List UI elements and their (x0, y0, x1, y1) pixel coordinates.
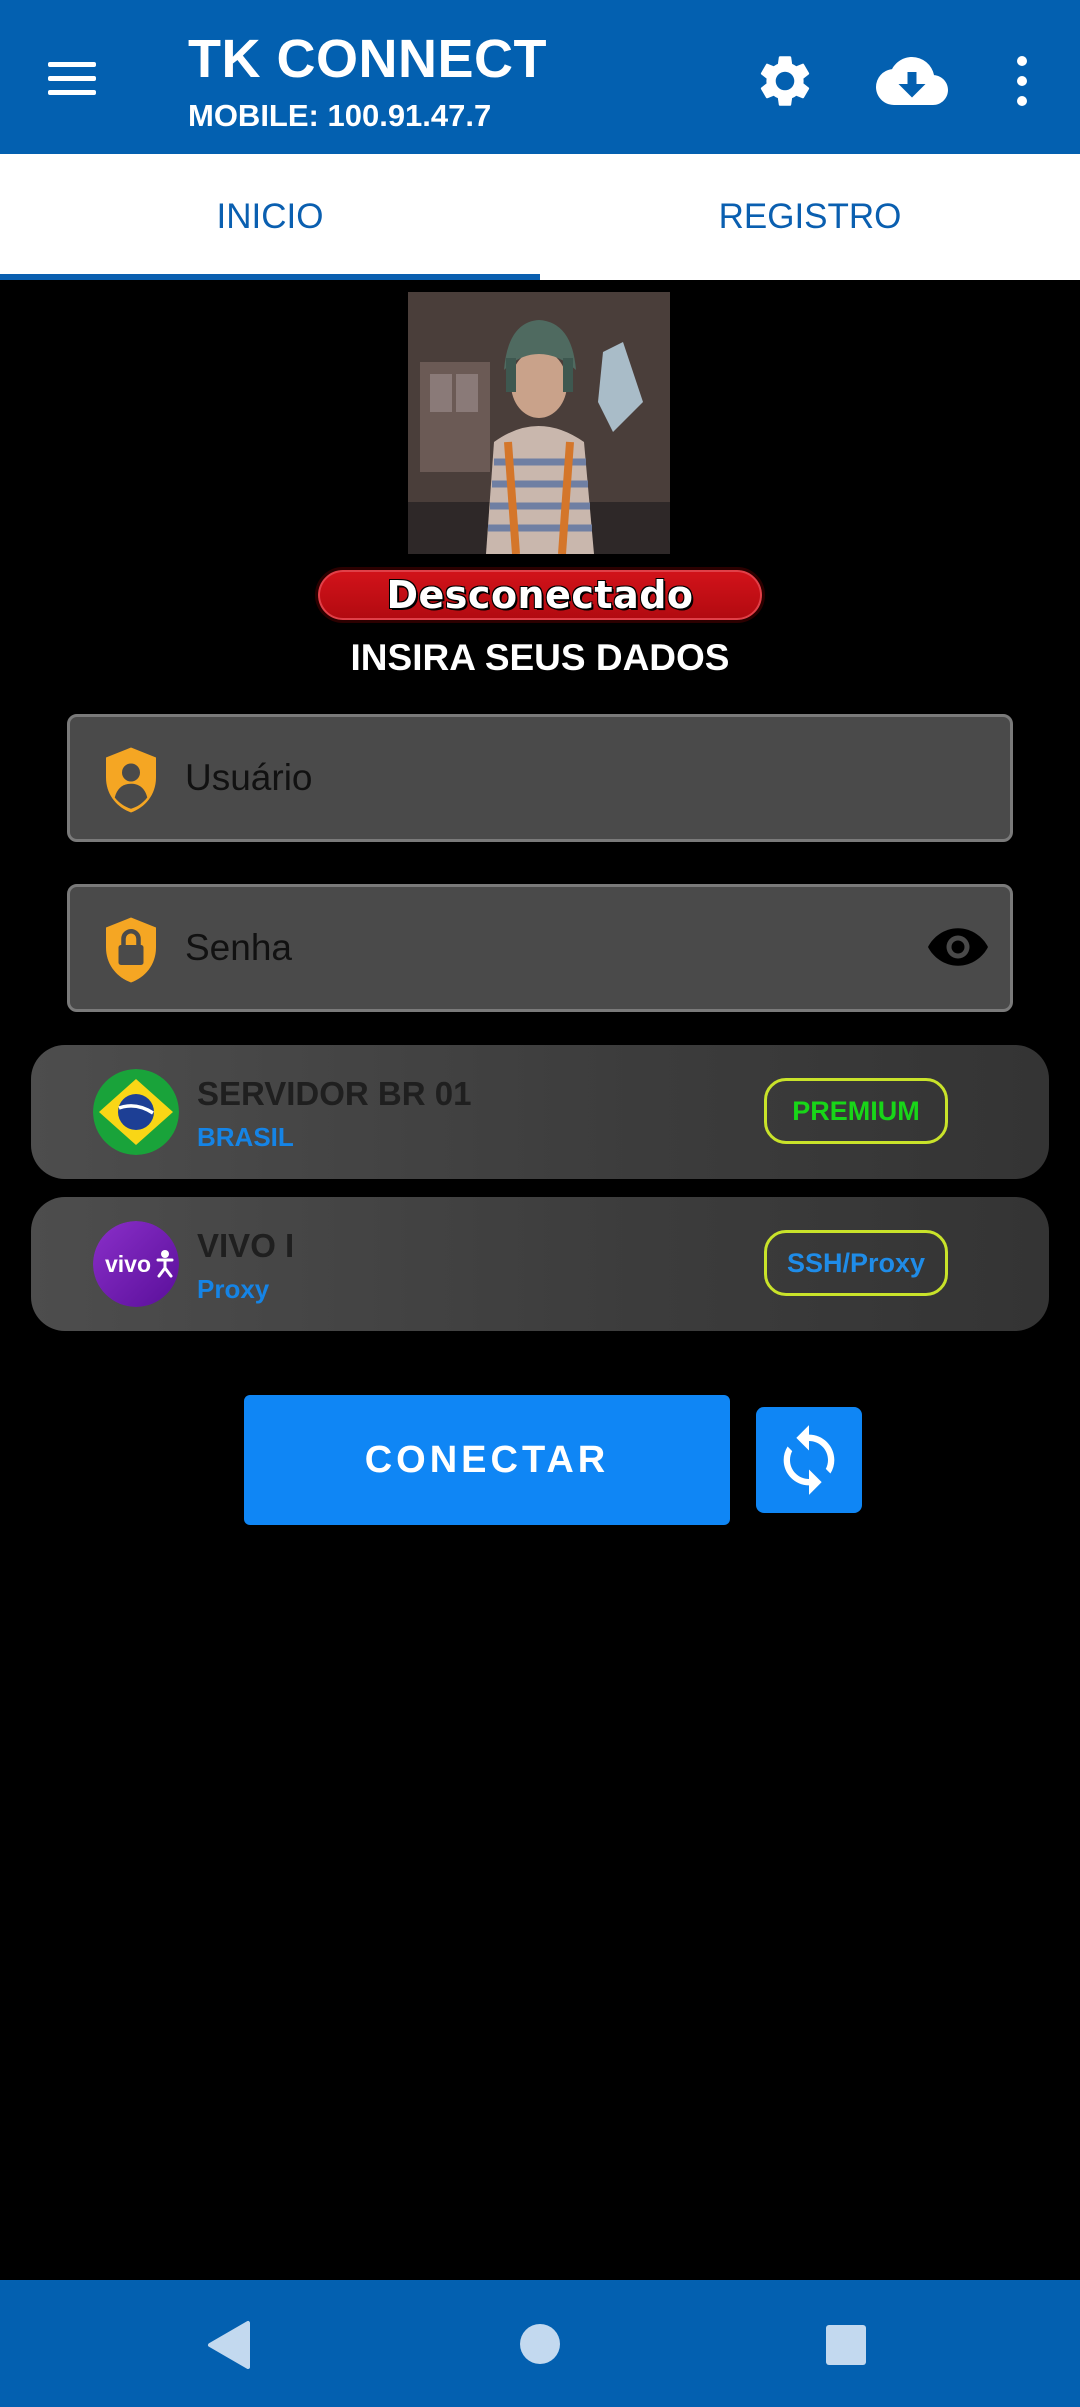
ssh-proxy-badge: SSH/Proxy (764, 1230, 948, 1296)
home-icon[interactable] (520, 2324, 560, 2364)
premium-badge: PREMIUM (764, 1078, 948, 1144)
app-bar: TK CONNECT MOBILE: 100.91.47.7 (0, 0, 1080, 154)
status-badge: Desconectado (315, 567, 765, 623)
username-input[interactable] (185, 717, 885, 839)
svg-text:vivo: vivo (105, 1251, 151, 1277)
payload-name: VIVO I (197, 1227, 295, 1264)
more-vert-icon[interactable] (1000, 52, 1044, 110)
profile-image (408, 292, 670, 554)
tab-registro[interactable]: REGISTRO (540, 154, 1080, 280)
tab-inicio[interactable]: INICIO (0, 154, 540, 280)
username-field[interactable] (67, 714, 1013, 842)
refresh-icon (783, 1425, 835, 1495)
instruction-label: INSIRA SEUS DADOS (350, 637, 730, 678)
password-input[interactable] (185, 887, 885, 1009)
server-selector[interactable]: SERVIDOR BR 01 BRASIL PREMIUM (31, 1045, 1049, 1179)
back-icon[interactable] (206, 2320, 252, 2370)
mobile-ip-label: MOBILE: 100.91.47.7 (188, 98, 492, 133)
user-shield-icon (106, 747, 156, 813)
server-name: SERVIDOR BR 01 (197, 1075, 472, 1112)
gear-icon[interactable] (754, 50, 816, 112)
cloud-download-icon[interactable] (876, 50, 948, 112)
tab-bar: INICIO REGISTRO (0, 154, 1080, 280)
vivo-logo-icon: vivo (93, 1221, 179, 1307)
menu-icon[interactable] (40, 52, 104, 104)
payload-type: Proxy (197, 1274, 270, 1304)
password-field[interactable] (67, 884, 1013, 1012)
status-label: Desconectado (386, 573, 694, 617)
server-country: BRASIL (197, 1122, 294, 1152)
system-nav-bar (0, 2280, 1080, 2407)
recents-icon[interactable] (826, 2325, 866, 2365)
lock-shield-icon (106, 917, 156, 983)
connect-button[interactable]: CONECTAR (244, 1395, 730, 1525)
app-title: TK CONNECT (188, 29, 547, 89)
eye-icon[interactable] (928, 925, 988, 969)
brazil-flag-icon (93, 1069, 179, 1155)
refresh-button[interactable] (756, 1407, 862, 1513)
tab-indicator (0, 274, 540, 280)
payload-selector[interactable]: vivo VIVO I Proxy SSH/Proxy (31, 1197, 1049, 1331)
